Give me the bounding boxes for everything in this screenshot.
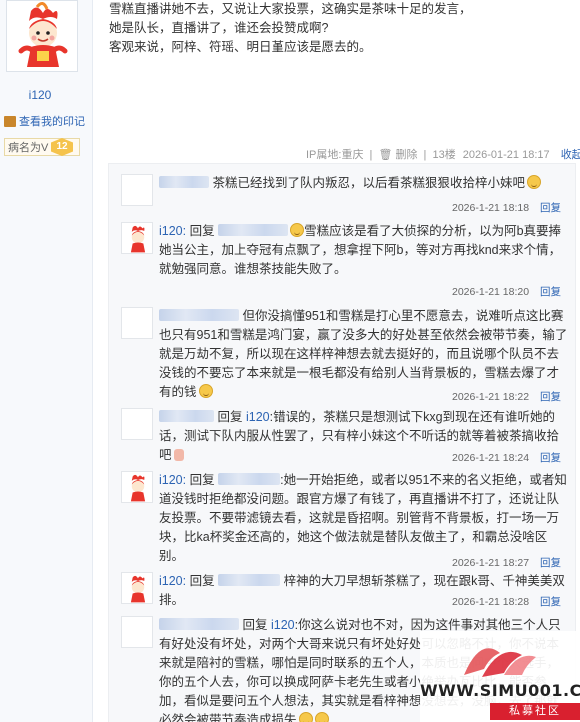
reply-button[interactable]: 回复 [540,286,561,298]
floor-number: 13楼 [432,149,456,161]
rank-level: 12 [51,138,73,156]
redacted-username [159,410,214,422]
reply-target[interactable]: i120 [246,410,270,424]
reply-item: 茶糕已经找到了队内叛忍，以后看茶糕狠狠收拾梓小妹吧 2026-1-21 18:1… [117,174,569,216]
reply-prefix: 回复 [189,224,215,238]
reply-item: i120: 回复 雪糕应该是看了大侦探的分析，以为阿b真要捧她当公主，加上夺冠有… [117,222,569,300]
reply-item: 但你没搞懂951和雪糕是打心里不愿意去，说难听点这比赛也只有951和雪糕是鸿门宴… [117,307,569,407]
smile-emoji-icon [298,712,313,722]
reply-item: 回复 i120:错误的，茶糕只是想测试下kxg到现在还有谁听她的话，测试下队内服… [117,408,569,466]
reply-time: 2026-1-21 18:28 [452,596,530,608]
ip-location: IP属地:重庆 [306,149,364,161]
reply-meta: 2026-1-21 18:18 回复 [452,200,561,215]
reply-text: 茶糕已经找到了队内叛忍，以后看茶糕狠狠收拾梓小妹吧 [212,176,525,190]
redacted-username [159,618,239,630]
reply-time: 2026-1-21 18:20 [452,286,530,298]
reply-time: 2026-1-21 18:22 [452,391,530,403]
reply-button[interactable]: 回复 [540,452,561,464]
redacted-username [218,473,281,485]
reply-time: 2026-1-21 18:24 [452,452,530,464]
reply-target[interactable]: i120 [271,618,295,632]
reply-meta: 2026-1-21 18:22 回复 [452,389,561,404]
simu-logo-icon [464,648,536,677]
reply-meta: 2026-1-21 18:20 回复 [452,284,561,299]
fuwa-mascot-icon [130,225,146,253]
fuwa-mascot-icon [130,474,146,502]
reply-button[interactable]: 回复 [540,596,561,608]
reply-button[interactable]: 回复 [540,557,561,569]
watermark-label: 私募社区 [490,703,580,720]
reply-button[interactable]: 回复 [540,202,561,214]
post-line: 雪糕直播讲她不去，又说让大家投票，这确实是茶味十足的发言， [109,2,472,16]
author-sidebar: i120 查看我的印记 病名为V 12 [0,0,93,722]
collapse-replies-button[interactable]: 收起回复 [561,149,580,161]
smile-emoji-icon [198,384,213,398]
reply-prefix: 回复 [217,410,243,424]
reply-avatar[interactable] [121,471,153,503]
post-content: 雪糕直播讲她不去，又说让大家投票，这确实是茶味十足的发言， 她是队长，直播讲了，… [109,0,574,57]
fuwa-mascot-icon [130,575,146,603]
book-icon [4,115,16,127]
delete-link[interactable]: 删除 [395,149,417,161]
watermark-site: WWW.SIMU001.CN [420,681,580,700]
reply-time: 2026-1-21 18:27 [452,557,530,569]
reply-prefix: 回复 [242,618,268,632]
author-username[interactable]: i120 [0,88,80,102]
reply-author[interactable]: i120: [159,574,186,588]
redacted-username [218,574,281,586]
reply-avatar[interactable] [121,222,153,254]
rank-title: 病名为V [8,142,49,154]
reply-body: i120: 回复 雪糕应该是看了大侦探的分析，以为阿b真要捧她当公主，加上夺冠有… [159,222,569,279]
reply-item: i120: 回复 :她一开始拒绝，或者以951不来的名义拒绝，或者知道没钱时拒绝… [117,471,569,571]
reply-avatar[interactable] [121,307,153,339]
site-watermark: WWW.SIMU001.CN 私募社区 [420,631,580,722]
reply-item: i120: 回复 梓神的大刀早想斩茶糕了，现在跟k哥、千神美美双排。 2026-… [117,572,569,612]
reply-text: :她一开始拒绝，或者以951不来的名义拒绝，或者知道没钱时拒绝都没问题。跟官方爆… [159,473,567,563]
redacted-username [159,309,239,321]
author-avatar[interactable] [6,0,78,72]
reply-avatar[interactable] [121,572,153,604]
reply-author[interactable]: i120: [159,224,186,238]
reply-avatar[interactable] [121,616,153,648]
smile-emoji-icon [290,223,305,237]
trash-icon: 🗑 [378,149,393,161]
post-time: 2026-01-21 18:17 [462,149,550,161]
post-line: 她是队长，直播讲了，谁还会投赞成啊? [109,21,329,35]
reply-avatar[interactable] [121,408,153,440]
view-imprint-link[interactable]: 查看我的印记 [4,113,85,129]
reply-prefix: 回复 [189,574,215,588]
smile-emoji-icon [527,175,541,189]
reply-text: 但你没搞懂951和雪糕是打心里不愿意去，说难听点这比赛也只有951和雪糕是鸿门宴… [159,309,568,399]
reply-avatar[interactable] [121,174,153,206]
reply-meta: 2026-1-21 18:28 回复 [452,594,561,609]
view-imprint-label: 查看我的印记 [19,116,85,128]
reply-body: 茶糕已经找到了队内叛忍，以后看茶糕狠狠收拾梓小妹吧 [159,174,569,193]
reply-body: i120: 回复 :她一开始拒绝，或者以951不来的名义拒绝，或者知道没钱时拒绝… [159,471,569,566]
hand-emoji-icon [173,449,184,461]
reply-meta: 2026-1-21 18:27 回复 [452,555,561,570]
redacted-username [218,224,289,236]
smile-emoji-icon [314,712,329,722]
post-meta: IP属地:重庆 | 🗑 删除 | 13楼 2026-01-21 18:17 收起… [306,146,580,162]
reply-time: 2026-1-21 18:18 [452,202,530,214]
reply-author[interactable]: i120: [159,473,186,487]
reply-prefix: 回复 [189,473,215,487]
reply-button[interactable]: 回复 [540,391,561,403]
post-line: 客观来说，阿梓、符瑶、明日堇应该是愿去的。 [109,40,372,54]
redacted-username [159,176,209,188]
reply-body: 但你没搞懂951和雪糕是打心里不愿意去，说难听点这比赛也只有951和雪糕是鸿门宴… [159,307,569,402]
rank-badge[interactable]: 病名为V 12 [4,138,80,156]
reply-meta: 2026-1-21 18:24 回复 [452,450,561,465]
fuwa-mascot-icon [7,1,77,71]
